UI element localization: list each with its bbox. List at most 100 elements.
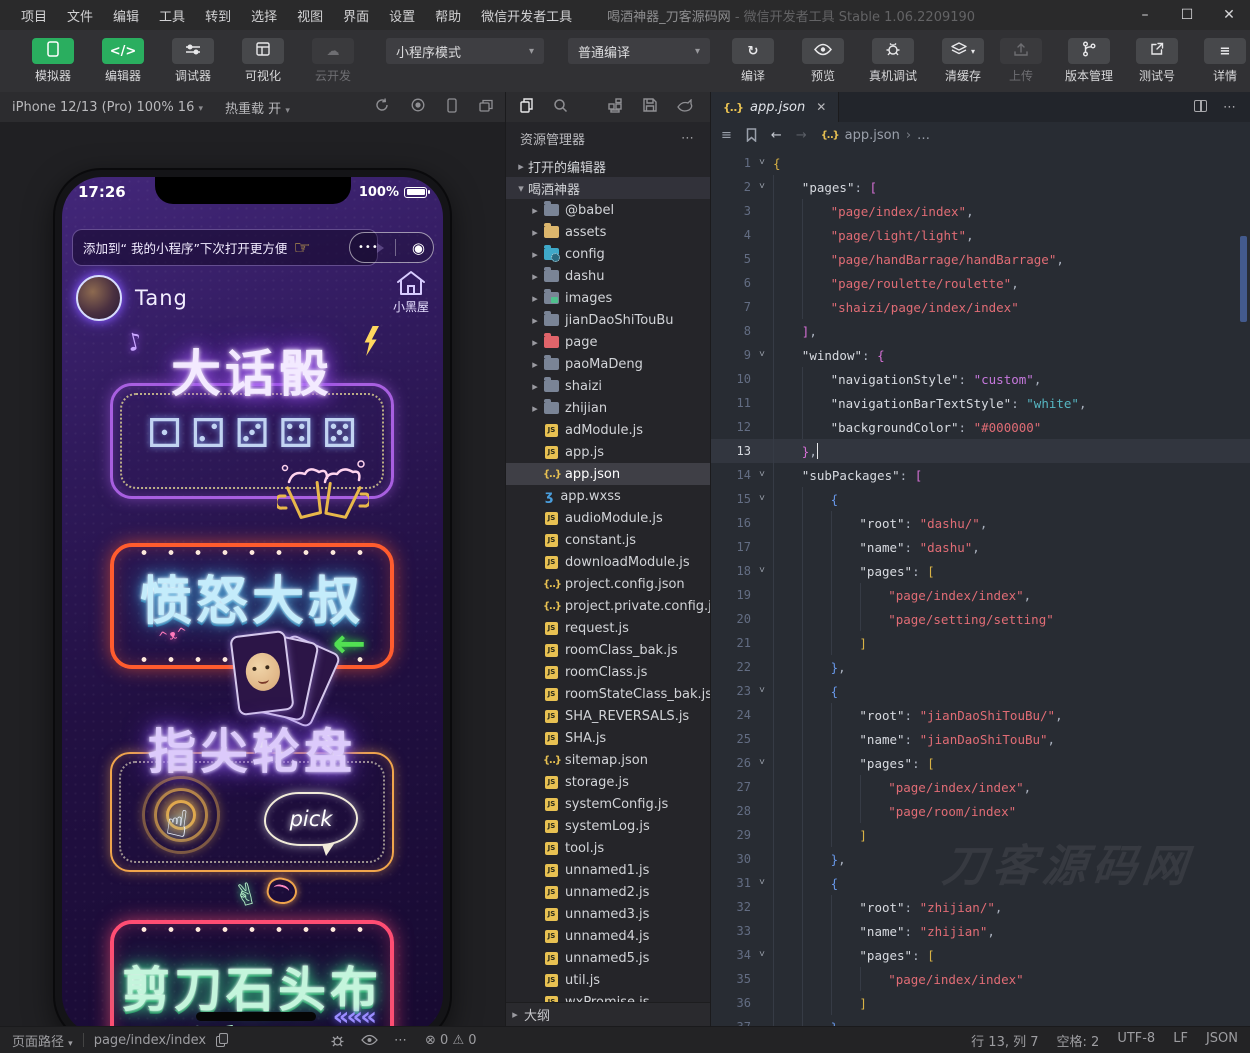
- tree-item-SHA_REVERSALS.js[interactable]: JS SHA_REVERSALS.js: [506, 705, 710, 727]
- code-line-31[interactable]: 31 ˅ {: [711, 871, 1250, 895]
- tree-item-unnamed4.js[interactable]: JS unnamed4.js: [506, 925, 710, 947]
- close-tab-icon[interactable]: ✕: [816, 100, 826, 114]
- fold-chevron-icon[interactable]: ˅: [751, 469, 773, 481]
- close-button[interactable]: ✕: [1208, 0, 1250, 30]
- black-room-button[interactable]: 小黑屋: [393, 269, 429, 315]
- code-line-15[interactable]: 15 ˅ {: [711, 487, 1250, 511]
- tree-item-page[interactable]: ▸ page: [506, 331, 710, 353]
- code-line-28[interactable]: 28 "page/room/index": [711, 799, 1250, 823]
- blocks-icon[interactable]: [608, 97, 623, 117]
- save-icon[interactable]: [643, 98, 657, 116]
- close-miniprogram-icon[interactable]: ◉: [412, 239, 425, 257]
- tree-item-unnamed1.js[interactable]: JS unnamed1.js: [506, 859, 710, 881]
- code-line-21[interactable]: 21]: [711, 631, 1250, 655]
- code-line-14[interactable]: 14 ˅ "subPackages": [: [711, 463, 1250, 487]
- code-line-3[interactable]: 3 "page/index/index",: [711, 199, 1250, 223]
- hot-reload-toggle[interactable]: 热重载 开 ▾: [225, 98, 290, 117]
- tree-item-unnamed5.js[interactable]: JS unnamed5.js: [506, 947, 710, 969]
- nav-back-icon[interactable]: ←: [771, 128, 782, 143]
- code-line-8[interactable]: 8],: [711, 319, 1250, 343]
- tree-item-constant.js[interactable]: JS constant.js: [506, 529, 710, 551]
- menu-帮助[interactable]: 帮助: [426, 3, 470, 28]
- tree-item-wxPromise.js[interactable]: JS wxPromise.js: [506, 991, 710, 1002]
- menu-转到[interactable]: 转到: [196, 3, 240, 28]
- tree-item-tool.js[interactable]: JS tool.js: [506, 837, 710, 859]
- code-line-30[interactable]: 30},: [711, 847, 1250, 871]
- breadcrumb[interactable]: {‥} app.json › …: [821, 128, 930, 143]
- tree-item-roomClass.js[interactable]: JS roomClass.js: [506, 661, 710, 683]
- menu-文件[interactable]: 文件: [58, 3, 102, 28]
- maximize-button[interactable]: ☐: [1166, 0, 1208, 30]
- tree-item-shaizi[interactable]: ▸ shaizi: [506, 375, 710, 397]
- compile-select[interactable]: 普通编译 ▾: [568, 38, 710, 64]
- tree-item-roomStateClass_bak.js[interactable]: JS roomStateClass_bak.js: [506, 683, 710, 705]
- code-line-35[interactable]: 35 "page/index/index": [711, 967, 1250, 991]
- code-line-27[interactable]: 27 "page/index/index",: [711, 775, 1250, 799]
- tree-item-@babel[interactable]: ▸ @babel: [506, 199, 710, 221]
- tree-item-dashu[interactable]: ▸ dashu: [506, 265, 710, 287]
- editor-more-icon[interactable]: ⋯: [1223, 100, 1238, 115]
- bookmark-icon[interactable]: [746, 128, 757, 142]
- menu-编辑[interactable]: 编辑: [104, 3, 148, 28]
- tree-item-roomClass_bak.js[interactable]: JS roomClass_bak.js: [506, 639, 710, 661]
- outline-list-icon[interactable]: ≡: [721, 128, 732, 143]
- tree-item-SHA.js[interactable]: JS SHA.js: [506, 727, 710, 749]
- code-line-17[interactable]: 17 "name": "dashu",: [711, 535, 1250, 559]
- 编辑器-button[interactable]: </> 编辑器: [94, 38, 152, 84]
- encoding-setting[interactable]: UTF-8: [1117, 1031, 1155, 1050]
- code-line-23[interactable]: 23 ˅ {: [711, 679, 1250, 703]
- statusbar-more-icon[interactable]: ⋯: [394, 1033, 409, 1048]
- 清缓存-button[interactable]: ▾ 清缓存: [934, 38, 992, 84]
- fold-chevron-icon[interactable]: ˅: [751, 493, 773, 505]
- device-select[interactable]: iPhone 12/13 (Pro) 100% 16 ▾: [12, 100, 203, 115]
- code-line-5[interactable]: 5 "page/handBarrage/handBarrage",: [711, 247, 1250, 271]
- copy-path-icon[interactable]: [216, 1033, 229, 1047]
- tree-item-audioModule.js[interactable]: JS audioModule.js: [506, 507, 710, 529]
- record-icon[interactable]: [411, 98, 425, 116]
- 调试器-button[interactable]: 调试器: [164, 38, 222, 84]
- 上传-button[interactable]: 上传: [992, 38, 1050, 84]
- code-line-4[interactable]: 4 "page/light/light",: [711, 223, 1250, 247]
- 预览-button[interactable]: 预览: [794, 38, 852, 84]
- menu-界面[interactable]: 界面: [334, 3, 378, 28]
- banner-jiandaoshitoubu[interactable]: ✌ 剪刀石头布 «««: [110, 874, 394, 1035]
- tree-item-config[interactable]: ▸ config: [506, 243, 710, 265]
- mode-select[interactable]: 小程序模式 ▾: [386, 38, 544, 64]
- menu-选择[interactable]: 选择: [242, 3, 286, 28]
- language-mode[interactable]: JSON: [1206, 1031, 1238, 1050]
- indentation-setting[interactable]: 空格: 2: [1057, 1031, 1100, 1050]
- code-line-9[interactable]: 9 ˅ "window": {: [711, 343, 1250, 367]
- banner-zhijianlunpan[interactable]: 指尖轮盘 ☝ pick: [110, 724, 394, 872]
- 版本管理-button[interactable]: 版本管理: [1060, 38, 1118, 84]
- whale-icon[interactable]: [677, 97, 694, 116]
- code-line-1[interactable]: 1 ˅{: [711, 151, 1250, 175]
- search-icon[interactable]: [553, 98, 568, 117]
- 详情-button[interactable]: ≡ 详情: [1196, 38, 1250, 84]
- outline-section[interactable]: ▸ 大纲: [506, 1002, 710, 1026]
- fold-chevron-icon[interactable]: ˅: [751, 757, 773, 769]
- code-line-19[interactable]: 19 "page/index/index",: [711, 583, 1250, 607]
- tree-item-jianDaoShiTouBu[interactable]: ▸ jianDaoShiTouBu: [506, 309, 710, 331]
- fold-chevron-icon[interactable]: ˅: [751, 349, 773, 361]
- tree-item-images[interactable]: ▸ images: [506, 287, 710, 309]
- debug-icon[interactable]: [330, 1033, 345, 1048]
- fold-chevron-icon[interactable]: ˅: [751, 949, 773, 961]
- code-line-36[interactable]: 36]: [711, 991, 1250, 1015]
- tree-item-paoMaDeng[interactable]: ▸ paoMaDeng: [506, 353, 710, 375]
- tree-item-打开的编辑器[interactable]: ▸ 打开的编辑器: [506, 155, 710, 177]
- banner-fennudashu[interactable]: 愤怒大叔 ← ^ᴥ^: [110, 543, 394, 729]
- code-line-34[interactable]: 34 ˅ "pages": [: [711, 943, 1250, 967]
- fold-chevron-icon[interactable]: ˅: [751, 181, 773, 193]
- menu-微信开发者工具[interactable]: 微信开发者工具: [472, 3, 581, 28]
- 真机调试-button[interactable]: 真机调试: [864, 38, 922, 84]
- rotate-icon[interactable]: [375, 98, 389, 116]
- code-line-6[interactable]: 6 "page/roulette/roulette",: [711, 271, 1250, 295]
- eol-setting[interactable]: LF: [1173, 1031, 1188, 1050]
- preview-eye-icon[interactable]: [361, 1034, 378, 1046]
- code-line-2[interactable]: 2 ˅ "pages": [: [711, 175, 1250, 199]
- code-line-16[interactable]: 16 "root": "dashu/",: [711, 511, 1250, 535]
- code-line-22[interactable]: 22},: [711, 655, 1250, 679]
- tree-item-systemConfig.js[interactable]: JS systemConfig.js: [506, 793, 710, 815]
- tree-item-systemLog.js[interactable]: JS systemLog.js: [506, 815, 710, 837]
- minimize-button[interactable]: –: [1124, 0, 1166, 30]
